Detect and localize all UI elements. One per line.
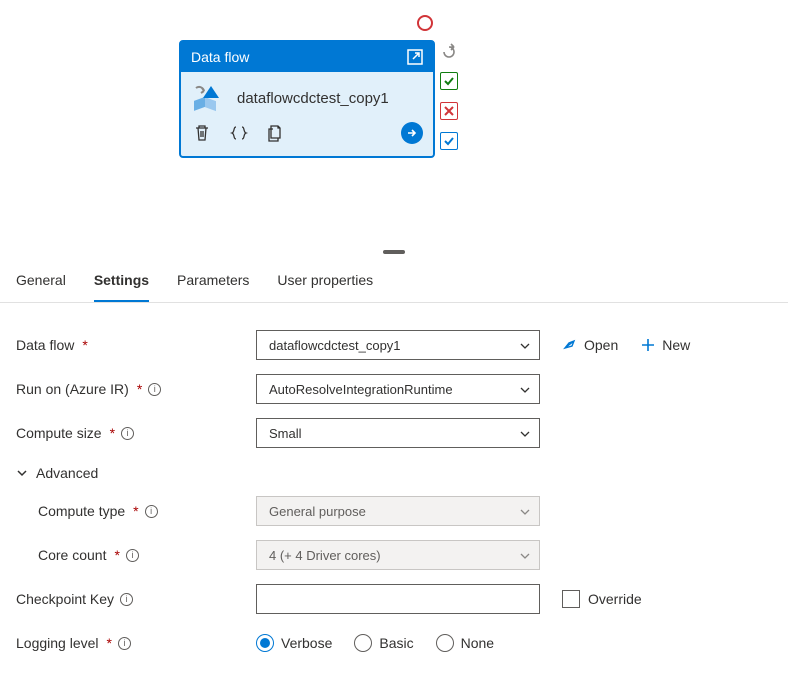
delete-icon[interactable] [193, 124, 211, 142]
success-handle[interactable] [440, 72, 458, 90]
open-label: Open [584, 337, 618, 353]
expand-icon[interactable] [407, 49, 423, 65]
run-arrow-button[interactable] [401, 122, 423, 144]
activity-card-body: dataflowcdctest_copy1 [181, 72, 433, 156]
data-flow-select[interactable]: dataflowcdctest_copy1 [256, 330, 540, 360]
annotation-circle [417, 15, 433, 31]
activity-type-label: Data flow [191, 49, 249, 65]
logging-radio-none[interactable]: None [436, 634, 494, 652]
compute-size-value: Small [269, 426, 302, 441]
info-icon[interactable]: i [126, 549, 139, 562]
logging-label: Logging level [16, 635, 99, 651]
override-label: Override [588, 591, 642, 607]
dataflow-icon [191, 82, 225, 116]
radio-icon [256, 634, 274, 652]
compute-size-label: Compute size [16, 425, 102, 441]
checkpoint-input[interactable] [256, 584, 540, 614]
chevron-down-icon [519, 428, 531, 440]
completion-handle[interactable] [440, 132, 458, 150]
chevron-down-icon [519, 506, 531, 518]
copy-icon[interactable] [267, 124, 285, 142]
required-marker: * [114, 547, 119, 563]
required-marker: * [133, 503, 138, 519]
required-marker: * [107, 635, 112, 651]
tab-user-properties[interactable]: User properties [277, 262, 373, 302]
required-marker: * [82, 337, 87, 353]
compute-type-value: General purpose [269, 504, 366, 519]
radio-label: None [461, 635, 494, 651]
activity-status-handles [440, 42, 458, 150]
info-icon[interactable]: i [118, 637, 131, 650]
chevron-down-icon [519, 384, 531, 396]
core-count-value: 4 (+ 4 Driver cores) [269, 548, 381, 563]
tab-parameters[interactable]: Parameters [177, 262, 249, 302]
compute-type-label: Compute type [38, 503, 125, 519]
info-icon[interactable]: i [120, 593, 133, 606]
core-count-select: 4 (+ 4 Driver cores) [256, 540, 540, 570]
override-checkbox[interactable] [562, 590, 580, 608]
new-button[interactable]: New [640, 337, 690, 353]
failure-handle[interactable] [440, 102, 458, 120]
settings-form: Data flow * dataflowcdctest_copy1 Open N… [0, 303, 788, 687]
logging-radio-basic[interactable]: Basic [354, 634, 413, 652]
chevron-down-icon [519, 340, 531, 352]
open-button[interactable]: Open [562, 337, 618, 353]
advanced-expander[interactable]: Advanced [16, 465, 772, 481]
run-on-select[interactable]: AutoResolveIntegrationRuntime [256, 374, 540, 404]
code-icon[interactable] [229, 124, 249, 142]
activity-card-header: Data flow [181, 42, 433, 72]
chevron-down-icon [16, 467, 28, 479]
pipeline-canvas: Data flow dataflowcdctest_copy1 [0, 0, 788, 250]
checkpoint-label: Checkpoint Key [16, 591, 114, 607]
new-label: New [662, 337, 690, 353]
chevron-down-icon [519, 550, 531, 562]
info-icon[interactable]: i [121, 427, 134, 440]
required-marker: * [137, 381, 142, 397]
tab-general[interactable]: General [16, 262, 66, 302]
activity-name: dataflowcdctest_copy1 [237, 89, 389, 109]
data-flow-label: Data flow [16, 337, 74, 353]
dataflow-activity-card[interactable]: Data flow dataflowcdctest_copy1 [179, 40, 435, 158]
core-count-label: Core count [38, 547, 106, 563]
compute-type-select: General purpose [256, 496, 540, 526]
radio-icon [436, 634, 454, 652]
radio-icon [354, 634, 372, 652]
properties-tabs: General Settings Parameters User propert… [0, 262, 788, 303]
radio-label: Verbose [281, 635, 332, 651]
panel-resize-handle[interactable] [383, 250, 405, 254]
run-on-label: Run on (Azure IR) [16, 381, 129, 397]
tab-settings[interactable]: Settings [94, 262, 149, 302]
radio-label: Basic [379, 635, 413, 651]
advanced-label: Advanced [36, 465, 98, 481]
compute-size-select[interactable]: Small [256, 418, 540, 448]
required-marker: * [110, 425, 115, 441]
info-icon[interactable]: i [148, 383, 161, 396]
data-flow-value: dataflowcdctest_copy1 [269, 338, 401, 353]
info-icon[interactable]: i [145, 505, 158, 518]
logging-radio-group: Verbose Basic None [256, 634, 494, 652]
redo-icon[interactable] [440, 42, 458, 60]
run-on-value: AutoResolveIntegrationRuntime [269, 382, 453, 397]
logging-radio-verbose[interactable]: Verbose [256, 634, 332, 652]
